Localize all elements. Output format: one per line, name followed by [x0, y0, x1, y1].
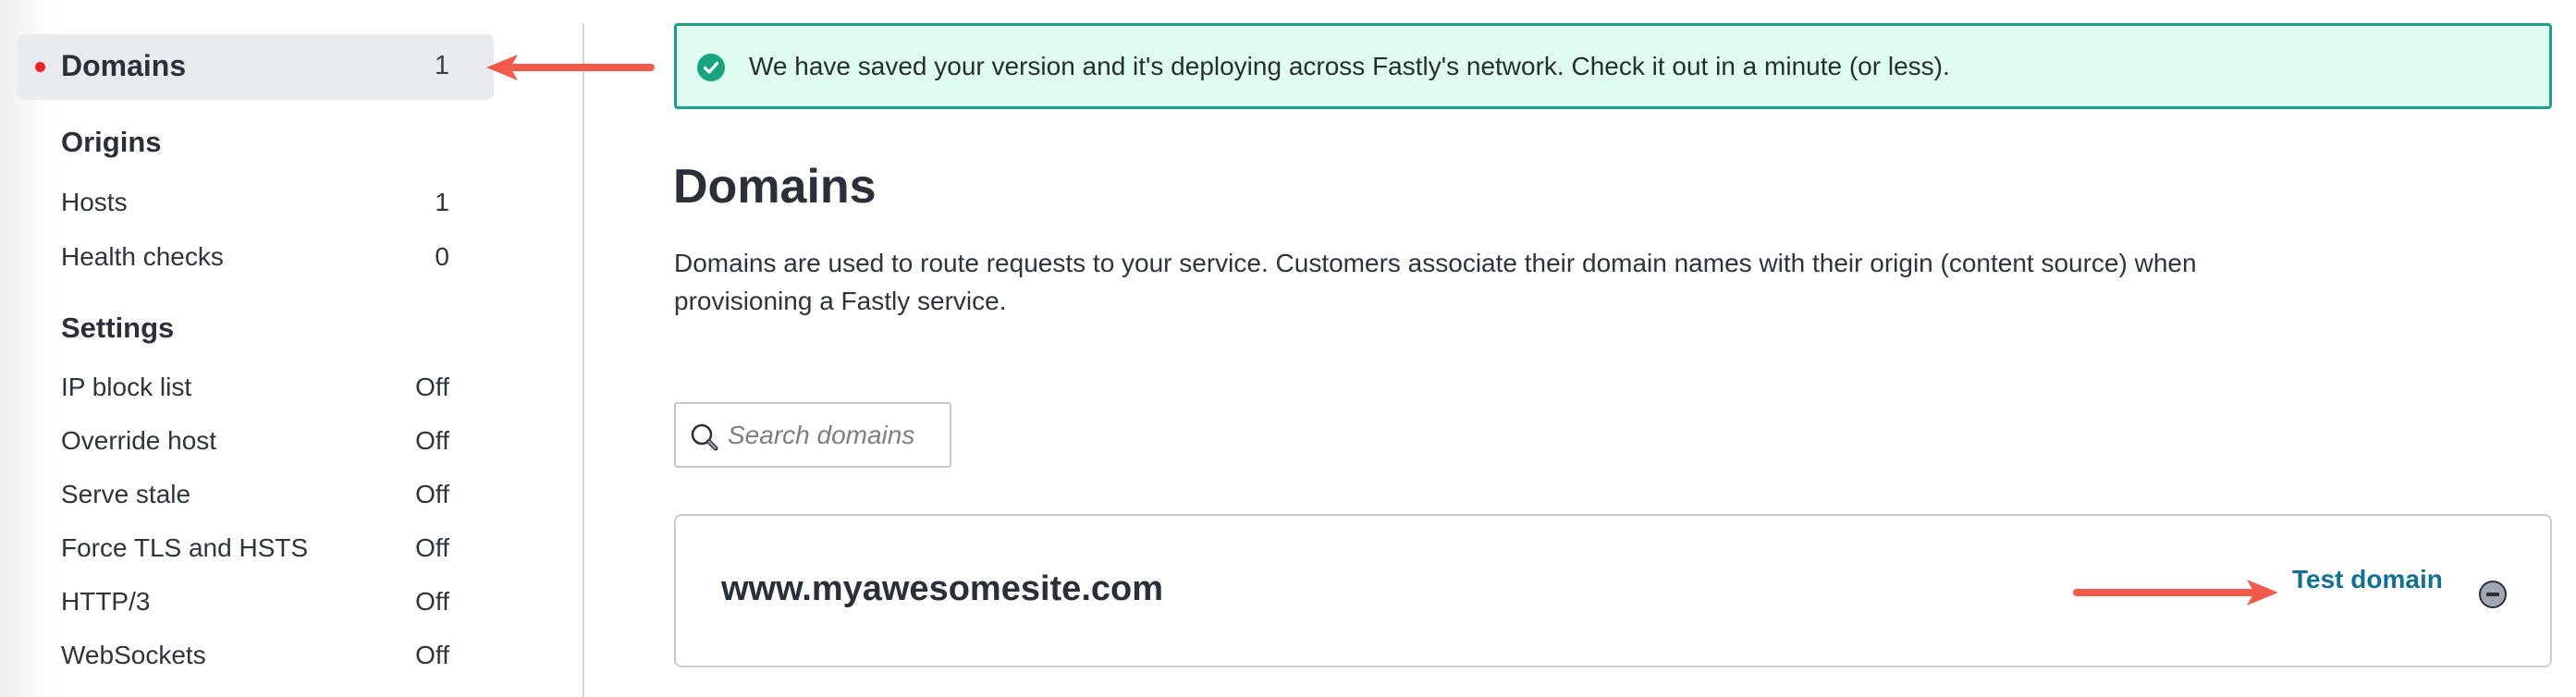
sidebar-item-override-host[interactable]: Override host Off — [61, 422, 449, 459]
sidebar-item-count: 1 — [434, 51, 449, 80]
sidebar-item-label: Override host — [61, 426, 217, 455]
sidebar-item-status: Off — [415, 641, 449, 669]
sidebar-item-health-checks[interactable]: Health checks 0 — [61, 238, 449, 275]
sidebar-item-label: Domains — [61, 49, 187, 82]
sidebar-item-http3[interactable]: HTTP/3 Off — [61, 583, 449, 620]
sidebar-item-domains[interactable]: Domains 1 — [17, 34, 494, 100]
test-domain-link[interactable]: Test domain — [2292, 565, 2443, 594]
search-input[interactable] — [728, 417, 940, 454]
sidebar-item-label: HTTP/3 — [61, 587, 151, 616]
sidebar: Domains 1 Origins Hosts 1 Health checks … — [0, 0, 583, 697]
sidebar-divider — [583, 23, 584, 697]
sidebar-item-status: Off — [415, 587, 449, 616]
sidebar-item-label: Health checks — [61, 242, 224, 271]
sidebar-item-count: 1 — [435, 188, 449, 216]
banner-message: We have saved your version and it's depl… — [749, 52, 1950, 80]
sidebar-item-hosts[interactable]: Hosts 1 — [61, 184, 449, 221]
remove-circle-icon[interactable] — [2479, 581, 2507, 608]
sidebar-item-force-tls-hsts[interactable]: Force TLS and HSTS Off — [61, 530, 449, 567]
sidebar-item-label: Serve stale — [61, 480, 191, 508]
sidebar-item-status: Off — [415, 480, 449, 508]
success-banner: We have saved your version and it's depl… — [674, 23, 2552, 109]
sidebar-item-label: WebSockets — [61, 641, 206, 669]
domain-name: www.myawesomesite.com — [721, 569, 1164, 608]
sidebar-item-label: Hosts — [61, 188, 128, 216]
sidebar-item-status: Off — [415, 426, 449, 455]
sidebar-item-label: Force TLS and HSTS — [61, 533, 309, 562]
domain-card: www.myawesomesite.com Test domain — [674, 514, 2552, 667]
search-icon — [690, 422, 721, 459]
sidebar-item-websockets[interactable]: WebSockets Off — [61, 637, 449, 674]
sidebar-item-status: Off — [415, 373, 449, 401]
sidebar-item-ip-block-list[interactable]: IP block list Off — [61, 369, 449, 406]
page-title: Domains — [673, 160, 877, 214]
sidebar-item-serve-stale[interactable]: Serve stale Off — [61, 476, 449, 513]
sidebar-item-status: Off — [415, 533, 449, 562]
section-heading-origins: Origins — [61, 126, 162, 158]
check-circle-icon — [697, 54, 725, 81]
section-heading-settings: Settings — [61, 312, 175, 344]
search-domains-field[interactable] — [674, 402, 951, 468]
page-description: Domains are used to route requests to yo… — [674, 249, 2197, 315]
sidebar-item-label: IP block list — [61, 373, 192, 401]
active-indicator-dot — [35, 62, 45, 72]
sidebar-item-count: 0 — [435, 242, 449, 271]
